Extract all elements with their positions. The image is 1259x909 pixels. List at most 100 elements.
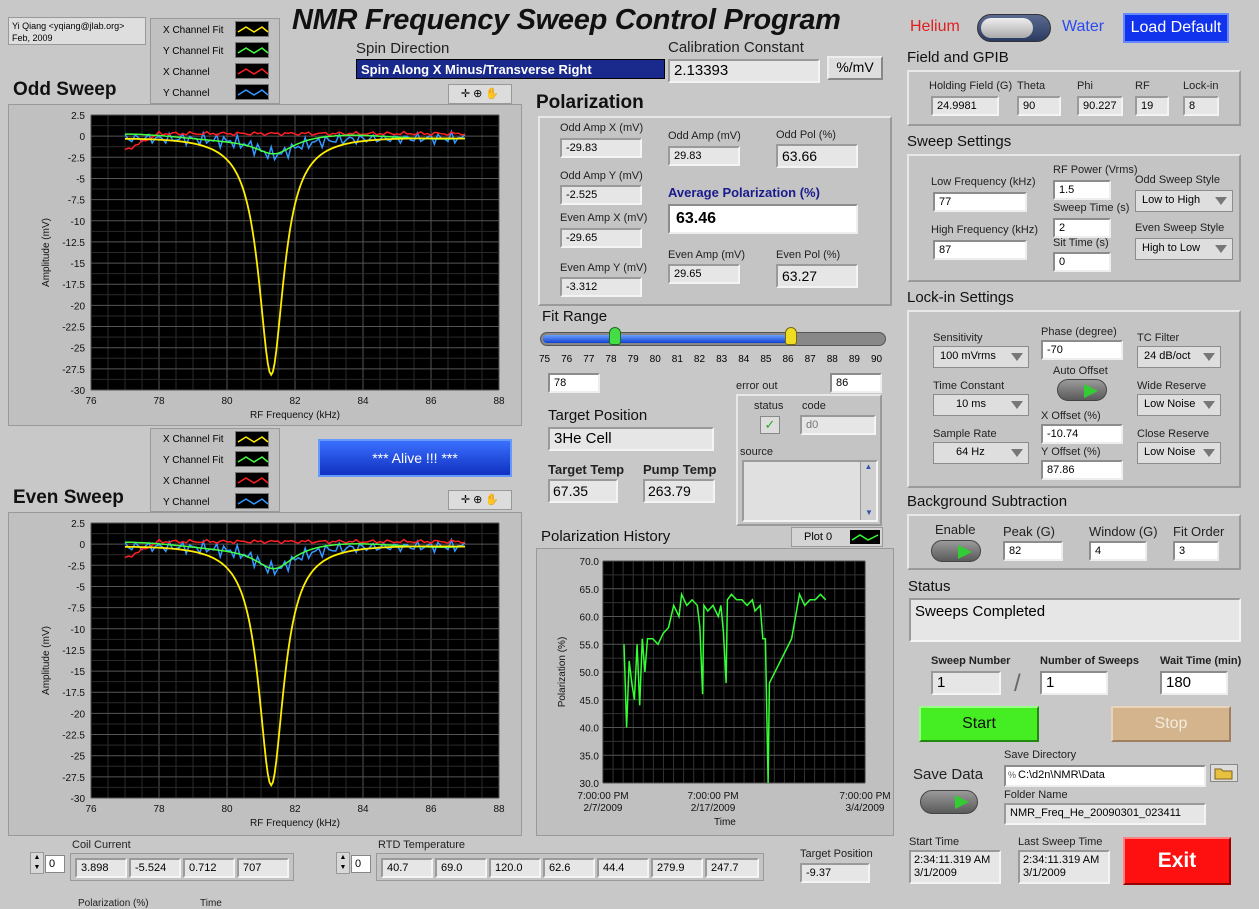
polarization-title: Polarization [536,92,644,113]
start-time-line2: 3/1/2009 [914,867,957,879]
error-code-label: code [802,400,826,412]
zoom-icon[interactable]: ⊕ [473,88,482,100]
sweep-time-input[interactable]: 2 [1053,218,1111,238]
x-tick-label: 84 [357,396,369,407]
exit-button[interactable]: Exit [1123,837,1231,885]
legend-y-ch-swatch [235,84,269,100]
window-input[interactable]: 4 [1089,541,1147,561]
history-plot: 70.065.060.055.050.045.040.035.030.07:00… [557,557,891,828]
number-of-sweeps-input[interactable]: 1 [1040,671,1108,695]
coil-index[interactable]: 0 [45,855,65,873]
fit-range-high-thumb[interactable] [785,327,797,345]
y-tick-label: -7.5 [68,604,86,615]
phi-label: Phi [1077,80,1093,92]
y-tick-label: -22.5 [62,731,85,742]
history-y-tick: 30.0 [580,779,600,790]
coil-index-stepper[interactable]: ▲ ▼ [30,852,44,874]
zoom-icon-2[interactable]: ⊕ [473,494,482,506]
pump-temp-value: 263.79 [643,479,715,503]
auto-offset-label: Auto Offset [1053,365,1108,377]
error-source-label: source [740,446,774,458]
save-data-label: Save Data [913,766,984,783]
odd-graph-tools[interactable]: ✛ ⊕ ✋ [448,84,512,104]
sample-rate-select[interactable]: 64 Hz [933,442,1029,464]
holding-field-label: Holding Field (G) [929,80,1013,92]
high-freq-input[interactable]: 87 [933,240,1027,260]
history-y-label: Polarization (%) [557,637,568,708]
save-data-button[interactable] [920,790,978,814]
odd-style-select[interactable]: Low to High [1135,190,1233,212]
even-style-select[interactable]: High to Low [1135,238,1233,260]
low-freq-input[interactable]: 77 [933,192,1027,212]
field-panel: Holding Field (G) 24.9981 Theta 90 Phi 9… [907,70,1241,126]
rf-value: 19 [1135,96,1169,116]
time-constant-select[interactable]: 10 ms [933,394,1029,416]
tc-filter-select[interactable]: 24 dB/oct [1137,346,1221,368]
rtd-value: 279.9 [651,858,703,878]
history-x-tick: 2/17/2009 [691,803,736,814]
crosshair-icon[interactable]: ✛ [461,88,470,100]
crosshair-icon-2[interactable]: ✛ [461,494,470,506]
odd-sweep-plot: 76 78 80 82 84 86 88 2.5 0 -2.5 -5 -7.5 -10 -12.5 -15 -… [41,111,505,421]
helium-label: Helium [910,18,960,35]
toggle-knob [981,18,1033,38]
peak-input[interactable]: 82 [1003,541,1063,561]
x-offset-input[interactable]: -10.74 [1041,424,1123,444]
history-plot-legend[interactable]: Plot 0 [791,527,883,547]
y-offset-input[interactable]: 87.86 [1041,460,1123,480]
start-button[interactable]: Start [919,706,1039,742]
load-default-button[interactable]: Load Default [1123,13,1229,43]
pump-temp-label: Pump Temp [643,462,717,477]
rf-power-input[interactable]: 1.5 [1053,180,1111,200]
rtd-index[interactable]: 0 [351,855,371,873]
scroll-down-icon[interactable]: ▼ [861,508,877,520]
holding-field-value: 24.9981 [931,96,999,116]
history-x-label: Time [714,817,736,828]
fit-range-high-input[interactable]: 86 [830,373,882,393]
legend-x-ch: X Channel [163,67,210,78]
y-tick-label: -22.5 [62,323,85,334]
sensitivity-select[interactable]: 100 mVrms [933,346,1029,368]
window-label: Window (G) [1089,524,1158,539]
target-temp-value: 67.35 [548,479,618,503]
sit-time-input[interactable]: 0 [1053,252,1111,272]
save-dir-input[interactable]: % C:\d2n\NMR\Data [1004,765,1206,787]
rtd-value: 44.4 [597,858,649,878]
wide-reserve-select[interactable]: Low Noise [1137,394,1221,416]
fit-range-low-thumb[interactable] [609,327,621,345]
phi-value: 90.227 [1077,96,1123,116]
even-amp-y-label: Even Amp Y (mV) [560,262,648,274]
stop-button[interactable]: Stop [1111,706,1231,742]
peak-label: Peak (G) [1003,524,1056,539]
last-sweep-line1: 2:34:11.319 AM [1023,854,1100,866]
wait-time-input[interactable]: 180 [1160,671,1228,695]
fit-range-slider[interactable] [540,327,886,346]
rtd-value: 247.7 [705,858,759,878]
fit-range-tick: 75 [539,354,551,365]
odd-amp-y-value: -2.525 [560,185,642,205]
auto-offset-button[interactable] [1057,379,1107,401]
calibration-unit[interactable]: %/mV [827,56,883,80]
error-out-cluster: status ✓ code d0 source ▲ ▼ [736,394,882,526]
fit-order-input[interactable]: 3 [1173,541,1219,561]
history-y-tick: 65.0 [580,585,600,596]
odd-sweep-title: Odd Sweep [13,79,117,100]
history-y-tick: 60.0 [580,613,600,624]
legend-x-ch-swatch [235,63,269,79]
helium-water-toggle[interactable] [977,14,1051,42]
scroll-up-icon[interactable]: ▲ [861,462,876,474]
fit-range-tick: 90 [871,354,883,365]
hand-icon-2[interactable]: ✋ [485,494,499,506]
spin-direction-value[interactable]: Spin Along X Minus/Transverse Right [356,59,665,79]
hand-icon[interactable]: ✋ [485,88,499,100]
error-source-scrollbar[interactable]: ▲ ▼ [860,462,876,520]
phase-input[interactable]: -70 [1041,340,1123,360]
y-offset-label: Y Offset (%) [1041,446,1101,458]
fit-range-low-input[interactable]: 78 [548,373,600,393]
browse-folder-icon[interactable] [1210,764,1238,782]
rtd-index-stepper[interactable]: ▲ ▼ [336,852,350,874]
bg-enable-button[interactable] [931,540,981,562]
close-reserve-select[interactable]: Low Noise [1137,442,1221,464]
even-graph-tools[interactable]: ✛ ⊕ ✋ [448,490,512,510]
fit-range-tick: 87 [804,354,816,365]
